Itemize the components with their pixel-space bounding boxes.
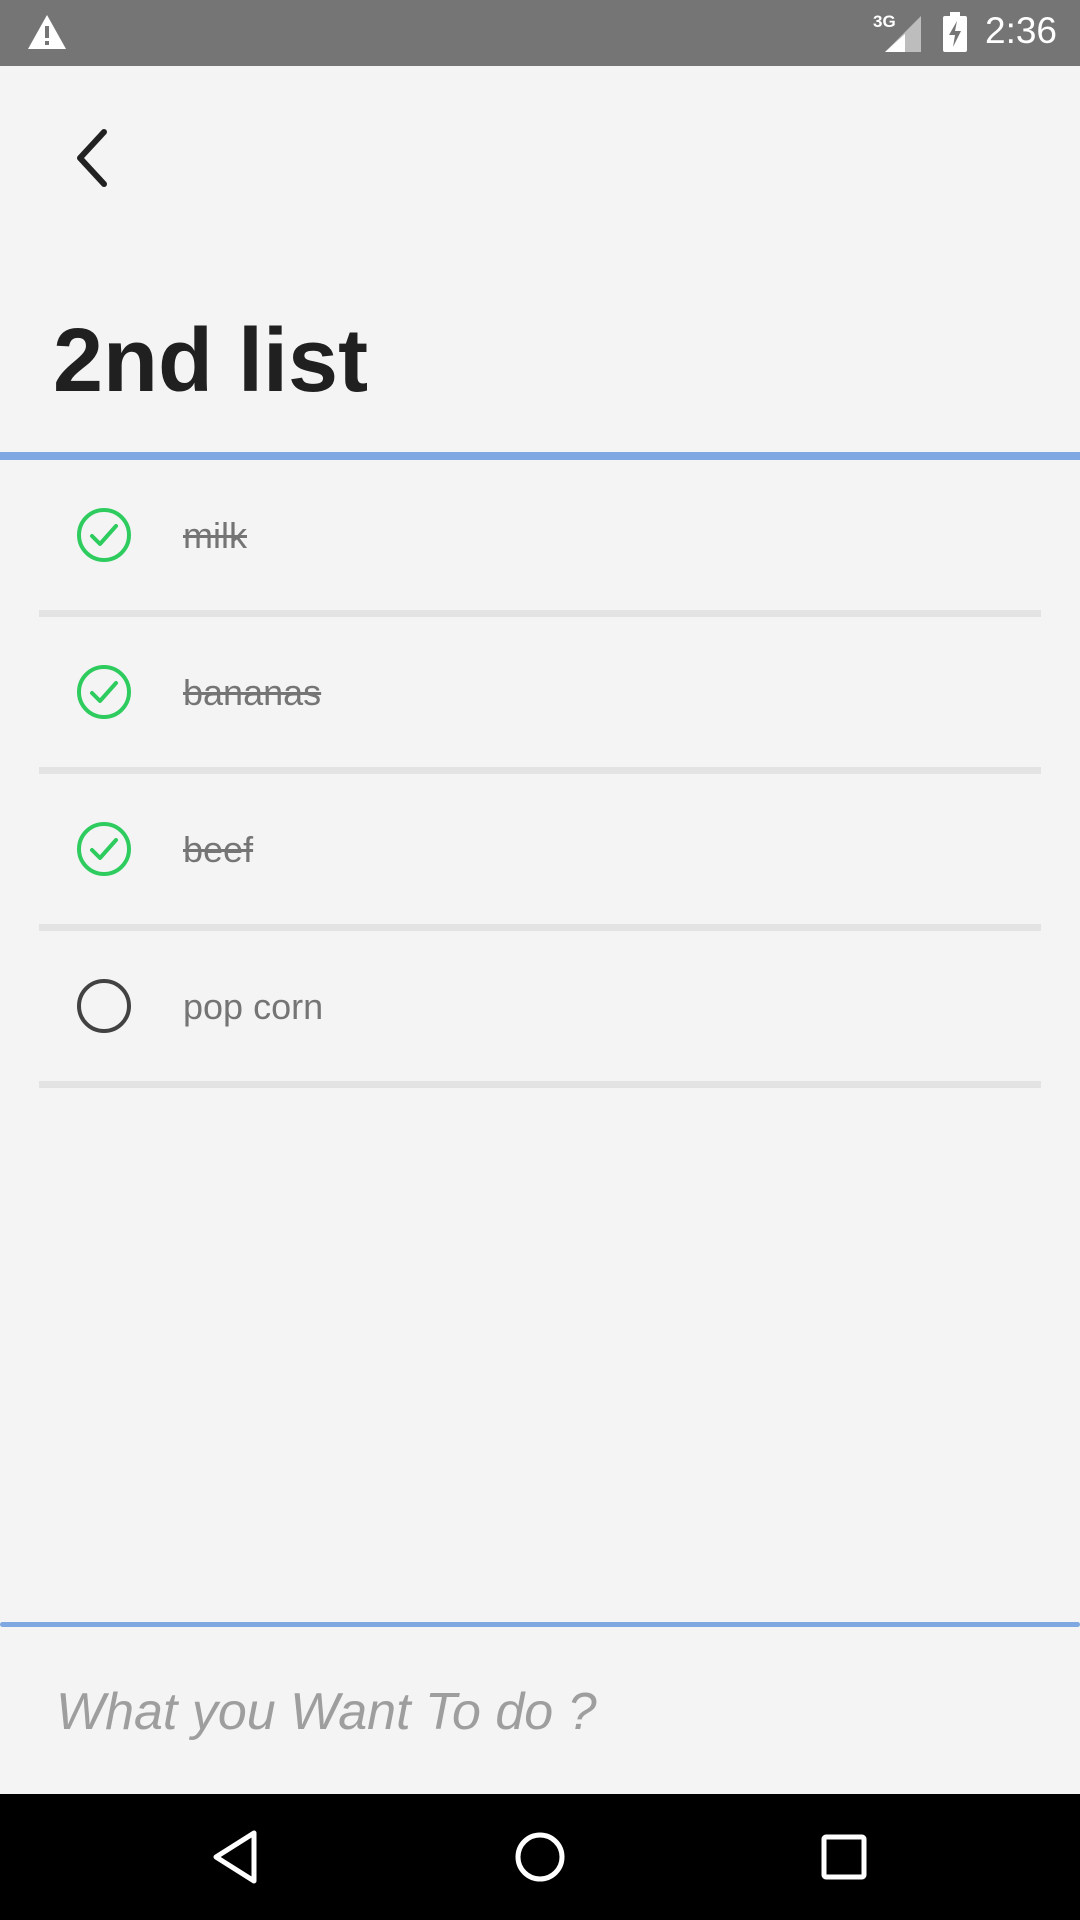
divider xyxy=(39,610,1041,617)
todo-label: bananas xyxy=(183,672,322,713)
divider xyxy=(39,924,1041,931)
screen: 3G 2:36 2nd list milk bananas beef pop c… xyxy=(0,0,1080,1920)
checked-circle-icon[interactable] xyxy=(76,507,132,563)
navigation-bar xyxy=(0,1794,1080,1920)
todo-item-milk[interactable]: milk xyxy=(0,460,1080,617)
signal-icon: 3G xyxy=(873,12,923,54)
page-title: 2nd list xyxy=(53,311,369,411)
warning-icon xyxy=(28,15,66,49)
checked-circle-icon[interactable] xyxy=(76,821,132,877)
recents-square-icon[interactable] xyxy=(809,1822,879,1892)
status-bar: 3G 2:36 xyxy=(0,0,1080,66)
divider xyxy=(39,1081,1041,1088)
unchecked-circle-icon[interactable] xyxy=(76,978,132,1034)
clock: 2:36 xyxy=(985,10,1058,51)
todo-item-pop-corn[interactable]: pop corn xyxy=(0,931,1080,1088)
title-underline xyxy=(0,452,1080,460)
new-todo-input[interactable] xyxy=(0,1630,1080,1794)
battery-charging-icon xyxy=(943,12,967,52)
divider xyxy=(39,767,1041,774)
back-triangle-icon[interactable] xyxy=(202,1822,272,1892)
todo-label: pop corn xyxy=(183,986,324,1027)
input-underline xyxy=(0,1622,1080,1627)
todo-item-bananas[interactable]: bananas xyxy=(0,617,1080,774)
checked-circle-icon[interactable] xyxy=(76,664,132,720)
todo-item-beef[interactable]: beef xyxy=(0,774,1080,931)
back-button[interactable] xyxy=(58,118,128,198)
todo-list: milk bananas beef pop corn xyxy=(0,460,1080,1088)
todo-label: beef xyxy=(183,829,254,870)
todo-label: milk xyxy=(183,515,247,556)
home-circle-icon[interactable] xyxy=(505,1822,575,1892)
chevron-left-icon xyxy=(77,129,107,187)
